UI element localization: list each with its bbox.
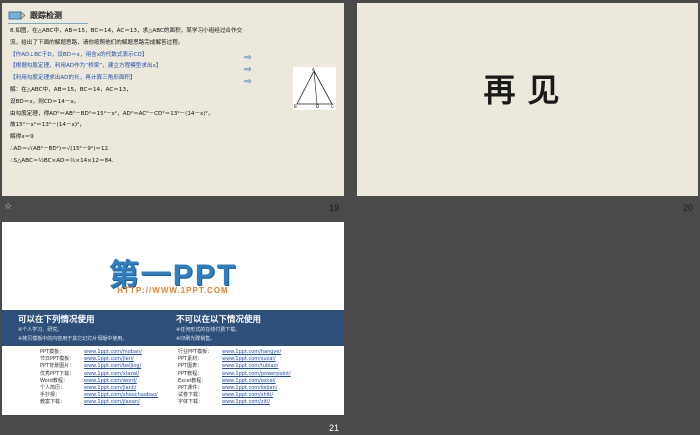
link[interactable]: www.1ppt.com/kejian/ <box>222 385 277 391</box>
link[interactable]: www.1ppt.com/xiazai/ <box>84 371 139 377</box>
hint-line: 【作AD⊥BC于D，设BD＝x，用含x的代数式表示CD】 <box>10 51 148 58</box>
slide-number: 21 <box>329 423 340 433</box>
hint-line: 【根据勾股定理，利用AD作为“桥梁”，建立方程模型求出x】 <box>10 63 162 70</box>
triangle-figure: A B C D <box>293 67 336 110</box>
not-allowed-heading: 不可以在以下情况使用 <box>176 315 262 325</box>
allowed-item: ※个人学习、研究。 <box>18 327 63 333</box>
solution-line: 由勾股定理，得AD²＝AB²－BD²＝15²－x²，AD²＝AC²－CD²＝13… <box>10 110 214 117</box>
link-row: PPT教程： www.1ppt.com/powerpoint/ <box>178 370 291 377</box>
link-list-left: PPT模板： www.1ppt.com/moban/ 节日PPT模板： www.1p… <box>40 349 158 407</box>
link-row: 优秀PPT下载： www.1ppt.com/xiazai/ <box>40 370 140 377</box>
problem-line: 8.如图，在△ABC中，AB＝15，BC＝14，AC＝13，求△ABC的面积，某… <box>10 28 243 34</box>
problem-line: 流，给出了下面的解题思路，请你按照他们的解题思路完成解答过程。 <box>10 39 184 46</box>
solution-line: 解得x＝9 <box>10 134 34 141</box>
section-header: 跟踪检测 <box>8 8 62 22</box>
link[interactable]: www.1ppt.com/sucai/ <box>222 356 276 362</box>
allowed-heading: 可以在下列情况使用 <box>18 315 95 325</box>
not-allowed-item: ※印刷光碟销售。 <box>176 336 216 342</box>
link[interactable]: www.1ppt.com/shouchaobao/ <box>84 392 158 398</box>
problem-text: 8.如图，在△ABC中，AB＝15，BC＝14，AC＝13，求△ABC的面积，某… <box>10 26 332 168</box>
pencil-icon <box>8 11 26 20</box>
link[interactable]: www.1ppt.com/powerpoint/ <box>222 371 291 377</box>
section-title: 跟踪检测 <box>30 10 62 20</box>
link-row: 字体下载： www.1ppt.com/ziti/ <box>178 399 270 406</box>
link-list-right: 行业PPT模板： www.1ppt.com/hangye/ PPT素材： www.1… <box>178 349 291 407</box>
link[interactable]: www.1ppt.com/tubiao/ <box>222 363 278 369</box>
link[interactable]: www.1ppt.com/jiaoan/ <box>84 399 140 405</box>
solution-line: 故15²－x²＝13²－(14－x)²， <box>10 122 85 129</box>
slide-number: 19 <box>329 203 340 213</box>
link-row: PPT背景图片： www.1ppt.com/beijing/ <box>40 363 142 370</box>
link[interactable]: www.1ppt.com/moban/ <box>84 349 142 355</box>
brand-url: HTTP://WWW.1PPT.COM <box>117 286 229 295</box>
link-row: PPT图表： www.1ppt.com/tubiao/ <box>178 363 279 370</box>
allowed-item: ※拷贝模板中的内容用于其它幻灯片母版中使用。 <box>18 336 128 342</box>
link[interactable]: www.1ppt.com/excel/ <box>222 378 276 384</box>
link[interactable]: www.1ppt.com/hangye/ <box>222 349 281 355</box>
vertex-label-a: A <box>312 67 315 72</box>
link[interactable]: www.1ppt.com/shiti/ <box>222 392 273 398</box>
slide-20-thumbnail[interactable]: 再见 <box>357 3 698 196</box>
slide-number: 20 <box>683 203 694 213</box>
solution-line: ∴AD＝√(AB²－BD²)＝√(15²－9²)＝12. <box>10 145 110 152</box>
not-allowed-item: ※任何形式的在线付费下载。 <box>176 327 241 333</box>
solution-line: 解：在△ABC中，AB＝15，BC＝14，AC＝13， <box>10 86 132 93</box>
vertex-label-b: B <box>294 104 297 109</box>
arrow-right-icon: ⇨ <box>244 65 252 75</box>
vertex-label-c: C <box>331 104 334 109</box>
link[interactable]: www.1ppt.com/jieri/ <box>84 356 134 362</box>
slide-19-thumbnail[interactable]: 跟踪检测 8.如图，在△ABC中，AB＝15，BC＝14，AC＝13，求△ABC… <box>2 3 344 196</box>
solution-line: 设BD＝x，则CD＝14－x。 <box>10 98 80 105</box>
hint-line: 【利用勾股定理求出AD的长，再计算三角形面积】 <box>10 75 136 82</box>
link[interactable]: www.1ppt.com/word/ <box>84 378 137 384</box>
transition-star-icon: ☆ <box>4 202 13 212</box>
arrow-right-icon: ⇨ <box>244 77 252 87</box>
header-divider <box>8 23 88 24</box>
farewell-text: 再见 <box>483 71 572 109</box>
link-row: Word教程： www.1ppt.com/word/ <box>40 377 137 384</box>
link[interactable]: www.1ppt.com/ziti/ <box>222 399 270 405</box>
solution-line: ∴S△ABC＝½BC×AD＝½×14×12＝84. <box>10 157 114 164</box>
arrow-right-icon: ⇨ <box>244 53 252 63</box>
vertex-label-d: D <box>316 104 319 109</box>
link[interactable]: www.1ppt.com/beijing/ <box>84 363 141 369</box>
slide-21-thumbnail[interactable]: 第一PPT HTTP://WWW.1PPT.COM 可以在下列情况使用 ※个人学… <box>2 222 344 415</box>
link[interactable]: www.1ppt.com/jianli/ <box>84 385 136 391</box>
link-row: 教案下载： www.1ppt.com/jiaoan/ <box>40 399 140 406</box>
link-row: Excel教程： www.1ppt.com/excel/ <box>178 377 276 384</box>
